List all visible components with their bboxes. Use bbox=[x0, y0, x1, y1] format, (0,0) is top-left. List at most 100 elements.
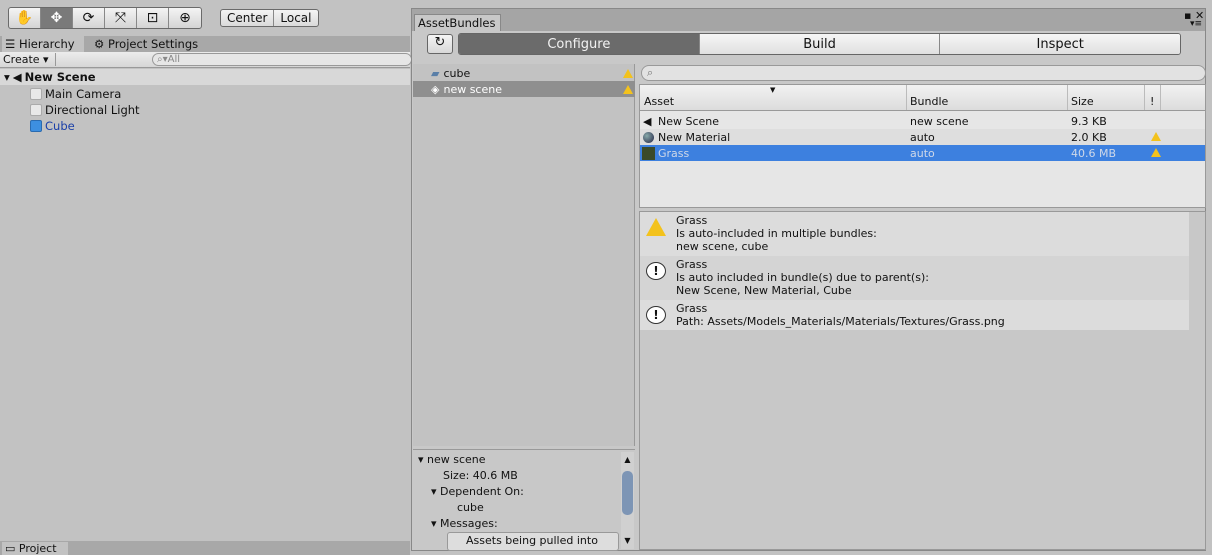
table-header: ▼ Asset Bundle Size ! bbox=[640, 85, 1205, 111]
create-dropdown[interactable]: Create ▾ bbox=[3, 53, 56, 66]
scene-bundle-icon: ◈ bbox=[431, 82, 440, 96]
tab-label: Hierarchy bbox=[18, 37, 75, 51]
messages-label: Messages: bbox=[440, 517, 498, 530]
transform-icon[interactable]: ⊕ bbox=[169, 8, 201, 28]
table-row-selected[interactable]: Grass auto 40.6 MB bbox=[640, 145, 1205, 161]
scene-name: New Scene bbox=[24, 70, 96, 84]
tab-build[interactable]: Build bbox=[699, 34, 941, 54]
tab-label: Project Settings bbox=[107, 37, 199, 51]
cell-bundle: auto bbox=[910, 146, 935, 160]
tab-inspect[interactable]: Inspect bbox=[940, 34, 1180, 54]
table-row[interactable]: New Material auto 2.0 KB bbox=[640, 129, 1205, 145]
message-item: ! Grass Path: Assets/Models_Materials/Mat… bbox=[640, 300, 1189, 330]
tool-group: ✋ ✥ ⟳ ⤧ ⊡ ⊕ bbox=[8, 7, 202, 29]
table-row[interactable]: ◀ New Scene new scene 9.3 KB bbox=[640, 113, 1205, 129]
refresh-button[interactable]: ↻ bbox=[427, 34, 453, 54]
refresh-icon: ↻ bbox=[434, 35, 446, 50]
hierarchy-item[interactable]: Directional Light bbox=[30, 102, 140, 118]
hierarchy-search-input[interactable]: ⌕▾All bbox=[152, 53, 412, 66]
info-icon: ! bbox=[646, 262, 666, 280]
menu-icon[interactable]: ▾≡ bbox=[1190, 19, 1202, 29]
message-line: Path: Assets/Models_Materials/Materials/… bbox=[676, 315, 1005, 328]
warning-icon bbox=[1151, 132, 1161, 141]
create-label: Create bbox=[3, 53, 40, 66]
details-bundle[interactable]: ▾ new scene bbox=[418, 452, 486, 468]
message-item: ! Grass Is auto included in bundle(s) due… bbox=[640, 256, 1189, 300]
warning-icon bbox=[646, 218, 666, 236]
message-line: new scene, cube bbox=[676, 240, 769, 253]
pivot-local-button[interactable]: Local bbox=[274, 10, 317, 26]
dependent-item: cube bbox=[457, 501, 484, 514]
bundle-list: ▰ cube ◈ new scene bbox=[413, 64, 635, 446]
tab-hierarchy[interactable]: ☰ Hierarchy bbox=[2, 36, 84, 52]
dependent-label: Dependent On: bbox=[440, 485, 524, 498]
move-icon[interactable]: ✥ bbox=[41, 8, 73, 28]
cell-size: 40.6 MB bbox=[1071, 146, 1117, 160]
material-icon bbox=[643, 131, 654, 143]
message-title: Grass bbox=[676, 302, 708, 315]
item-label: Main Camera bbox=[45, 87, 122, 101]
item-label: Directional Light bbox=[45, 103, 140, 117]
cell-asset: New Scene bbox=[658, 114, 720, 128]
dependent-foldout[interactable]: ▾ Dependent On: bbox=[431, 484, 524, 500]
bundle-label: new scene bbox=[443, 82, 502, 96]
bundle-item[interactable]: ◈ new scene bbox=[413, 81, 635, 97]
hand-icon[interactable]: ✋ bbox=[9, 8, 41, 28]
hierarchy-toolbar: Create ▾ ⌕▾All bbox=[0, 52, 412, 68]
cell-bundle: auto bbox=[910, 130, 935, 144]
hierarchy-item[interactable]: Cube bbox=[30, 118, 75, 134]
search-placeholder: All bbox=[167, 54, 181, 65]
sort-icon: ▼ bbox=[770, 86, 776, 94]
scroll-down-icon[interactable]: ▼ bbox=[621, 533, 634, 549]
cell-asset: New Material bbox=[658, 130, 731, 144]
pivot-toggles: Center Local bbox=[220, 9, 319, 27]
bundle-item[interactable]: ▰ cube bbox=[413, 65, 635, 81]
tab-label: Project bbox=[18, 542, 57, 555]
message-line: New Scene, New Material, Cube bbox=[676, 284, 852, 297]
mode-tabs: Configure Build Inspect bbox=[458, 33, 1181, 55]
window-tabbar bbox=[412, 9, 1205, 31]
bottom-tabbar: ▭ Project bbox=[0, 541, 410, 555]
warning-icon bbox=[1151, 148, 1161, 157]
pivot-center-button[interactable]: Center bbox=[221, 10, 275, 26]
scene-icon: ◀ bbox=[643, 114, 652, 128]
hierarchy-item[interactable]: Main Camera bbox=[30, 86, 121, 102]
tab-configure[interactable]: Configure bbox=[459, 34, 700, 54]
message-item: Grass Is auto-included in multiple bundle… bbox=[640, 212, 1189, 256]
gameobject-icon bbox=[30, 104, 42, 116]
col-warning[interactable]: ! bbox=[1144, 85, 1161, 110]
scroll-thumb[interactable] bbox=[622, 471, 633, 515]
col-bundle[interactable]: Bundle bbox=[906, 85, 948, 110]
col-size[interactable]: Size bbox=[1067, 85, 1094, 110]
gameobject-icon bbox=[30, 88, 42, 100]
tab-assetbundles[interactable]: AssetBundles bbox=[414, 14, 501, 31]
scale-icon[interactable]: ⤧ bbox=[105, 8, 137, 28]
rotate-icon[interactable]: ⟳ bbox=[73, 8, 105, 28]
warning-icon bbox=[623, 69, 633, 78]
cell-bundle: new scene bbox=[910, 114, 969, 128]
details-scrollbar[interactable]: ▲ ▼ bbox=[621, 452, 634, 549]
messages-foldout[interactable]: ▾ Messages: bbox=[431, 516, 498, 532]
col-asset[interactable]: Asset bbox=[644, 85, 674, 110]
tab-project[interactable]: ▭ Project bbox=[2, 542, 68, 555]
unity-scene-icon: ◀ bbox=[12, 70, 22, 84]
scene-root[interactable]: ▾ ◀ New Scene bbox=[0, 69, 410, 85]
bundle-label: cube bbox=[443, 66, 471, 80]
rect-icon[interactable]: ⊡ bbox=[137, 8, 169, 28]
cell-asset: Grass bbox=[658, 146, 690, 160]
asset-table: ▼ Asset Bundle Size ! ◀ New Scene new sc… bbox=[639, 84, 1206, 208]
asset-search-input[interactable]: ⌕ bbox=[641, 65, 1206, 81]
message-line: Is auto included in bundle(s) due to par… bbox=[676, 271, 929, 284]
info-icon: ! bbox=[646, 306, 666, 324]
messages-panel: Grass Is auto-included in multiple bundle… bbox=[639, 211, 1206, 550]
message-title: Grass bbox=[676, 214, 708, 227]
tab-project-settings[interactable]: ⚙ Project Settings bbox=[94, 36, 198, 52]
texture-icon bbox=[642, 146, 655, 160]
search-icon: ⌕ bbox=[647, 66, 654, 79]
details-name: new scene bbox=[427, 453, 486, 466]
gear-icon: ⚙ bbox=[94, 37, 105, 51]
message-line: Is auto-included in multiple bundles: bbox=[676, 227, 877, 240]
assetbundles-window: AssetBundles ▪ ✕ ▾≡ ↻ Configure Build In… bbox=[411, 8, 1206, 551]
scroll-up-icon[interactable]: ▲ bbox=[621, 452, 634, 468]
cell-size: 9.3 KB bbox=[1071, 114, 1107, 128]
